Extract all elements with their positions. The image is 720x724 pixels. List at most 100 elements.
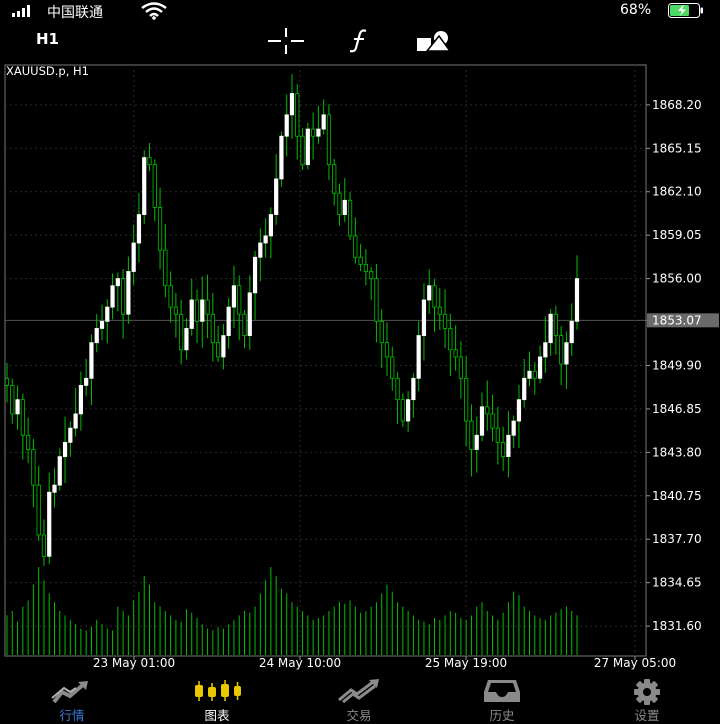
- candle-body: [194, 299, 200, 322]
- quotes-icon: [51, 681, 88, 704]
- candle-body: [522, 377, 527, 401]
- trade-icon: [338, 679, 379, 704]
- candle-body: [247, 292, 252, 336]
- candle-body: [421, 299, 427, 336]
- nav-quotes-label: 行情: [59, 708, 85, 723]
- candle-body: [242, 313, 247, 336]
- candle-body: [41, 534, 47, 557]
- candle-body: [36, 484, 41, 536]
- battery-percent: 68%: [620, 2, 652, 18]
- candle-body: [274, 178, 279, 215]
- candle-body: [416, 335, 421, 379]
- candle-body: [121, 278, 126, 315]
- candle-body: [347, 199, 353, 237]
- y-tick-label: 1834.65: [652, 576, 702, 590]
- candle-body: [374, 278, 379, 322]
- candle-body: [342, 199, 347, 215]
- candle-body: [559, 335, 564, 365]
- candle-body: [564, 342, 569, 365]
- candle-body: [163, 249, 168, 287]
- candle-body: [142, 157, 147, 215]
- y-tick-label: 1862.10: [652, 185, 702, 199]
- candle-body: [300, 135, 305, 166]
- candle-body: [506, 434, 511, 458]
- candle-body: [284, 114, 289, 137]
- candle-body: [226, 306, 231, 336]
- timeframe-button[interactable]: H1: [36, 30, 59, 48]
- candle-body: [516, 399, 522, 422]
- candle-body: [485, 406, 490, 415]
- nav-history[interactable]: 历史: [447, 676, 557, 723]
- candle-body: [78, 385, 83, 415]
- candle-body: [316, 128, 321, 137]
- candle-body: [432, 285, 437, 308]
- y-tick-label: 1849.90: [652, 358, 702, 372]
- candle-body: [52, 484, 57, 493]
- x-tick-label: 25 May 19:00: [425, 656, 507, 670]
- history-icon: [484, 680, 520, 702]
- nav-settings[interactable]: 设置: [592, 676, 702, 723]
- candle-body: [189, 299, 194, 329]
- function-icon[interactable]: [346, 28, 372, 54]
- candle-body: [110, 285, 115, 308]
- battery-icon: [668, 3, 703, 18]
- candle-body: [390, 356, 395, 379]
- chart-canvas[interactable]: 1868.20 1865.15 1862.10 1859.05 1856.00 1853.…: [0, 62, 720, 676]
- candle-body: [543, 342, 548, 358]
- candle-body: [511, 420, 516, 436]
- nav-history-label: 历史: [489, 708, 515, 723]
- candle-body: [537, 356, 543, 379]
- candle-body: [279, 135, 284, 180]
- candle-body: [10, 385, 15, 415]
- y-tick-label: 1868.20: [652, 98, 702, 112]
- candle-body: [289, 93, 295, 116]
- y-tick-label: 1865.15: [652, 141, 702, 155]
- candle-body: [305, 128, 310, 166]
- nav-chart-label: 图表: [204, 708, 230, 723]
- candle-body: [311, 128, 316, 137]
- candle-body: [326, 114, 332, 166]
- crosshair-icon[interactable]: [268, 28, 304, 54]
- y-tick-label: 1831.60: [652, 619, 702, 633]
- carrier-name: 中国联通: [47, 5, 103, 21]
- candle-body: [136, 214, 142, 244]
- nav-chart[interactable]: 图表: [162, 676, 272, 723]
- candle-body: [258, 242, 263, 258]
- candle-body: [427, 285, 432, 301]
- nav-trade[interactable]: 交易: [304, 676, 414, 723]
- candle-body: [464, 377, 469, 422]
- price-chart[interactable]: 1868.20 1865.15 1862.10 1859.05 1856.00 1853.…: [0, 62, 720, 676]
- candle-body: [89, 342, 94, 379]
- bottom-nav: 行情 图表 交易 历史 设置: [0, 676, 720, 723]
- candle-body: [332, 164, 337, 194]
- candle-body: [200, 299, 205, 322]
- candle-body: [321, 114, 326, 130]
- candle-body: [553, 313, 558, 336]
- candle-body: [268, 214, 273, 237]
- nav-quotes[interactable]: 行情: [17, 676, 127, 723]
- nav-trade-label: 交易: [346, 708, 372, 723]
- status-bar: 中国联通 68%: [0, 0, 720, 22]
- y-tick-label: 1840.75: [652, 489, 702, 503]
- candle-body: [495, 427, 500, 443]
- candle-body: [168, 285, 173, 308]
- candle-body: [358, 256, 363, 265]
- candle-body: [152, 164, 157, 208]
- candle-body: [395, 377, 400, 401]
- objects-icon[interactable]: [415, 28, 453, 54]
- candle-body: [237, 285, 242, 315]
- candle-body: [442, 313, 448, 329]
- candle-body: [221, 335, 226, 358]
- candle-body: [569, 320, 574, 344]
- nav-settings-label: 设置: [634, 708, 660, 723]
- y-tick-label: 1856.00: [652, 272, 702, 286]
- candle-body: [184, 328, 189, 351]
- candle-body: [105, 306, 110, 322]
- signal-icon: [12, 4, 30, 17]
- candle-body: [384, 342, 390, 358]
- candle-body: [548, 313, 553, 344]
- candle-body: [4, 377, 10, 386]
- candle-body: [131, 242, 136, 272]
- candle-body: [15, 399, 20, 415]
- y-tick-label: 1846.85: [652, 402, 702, 416]
